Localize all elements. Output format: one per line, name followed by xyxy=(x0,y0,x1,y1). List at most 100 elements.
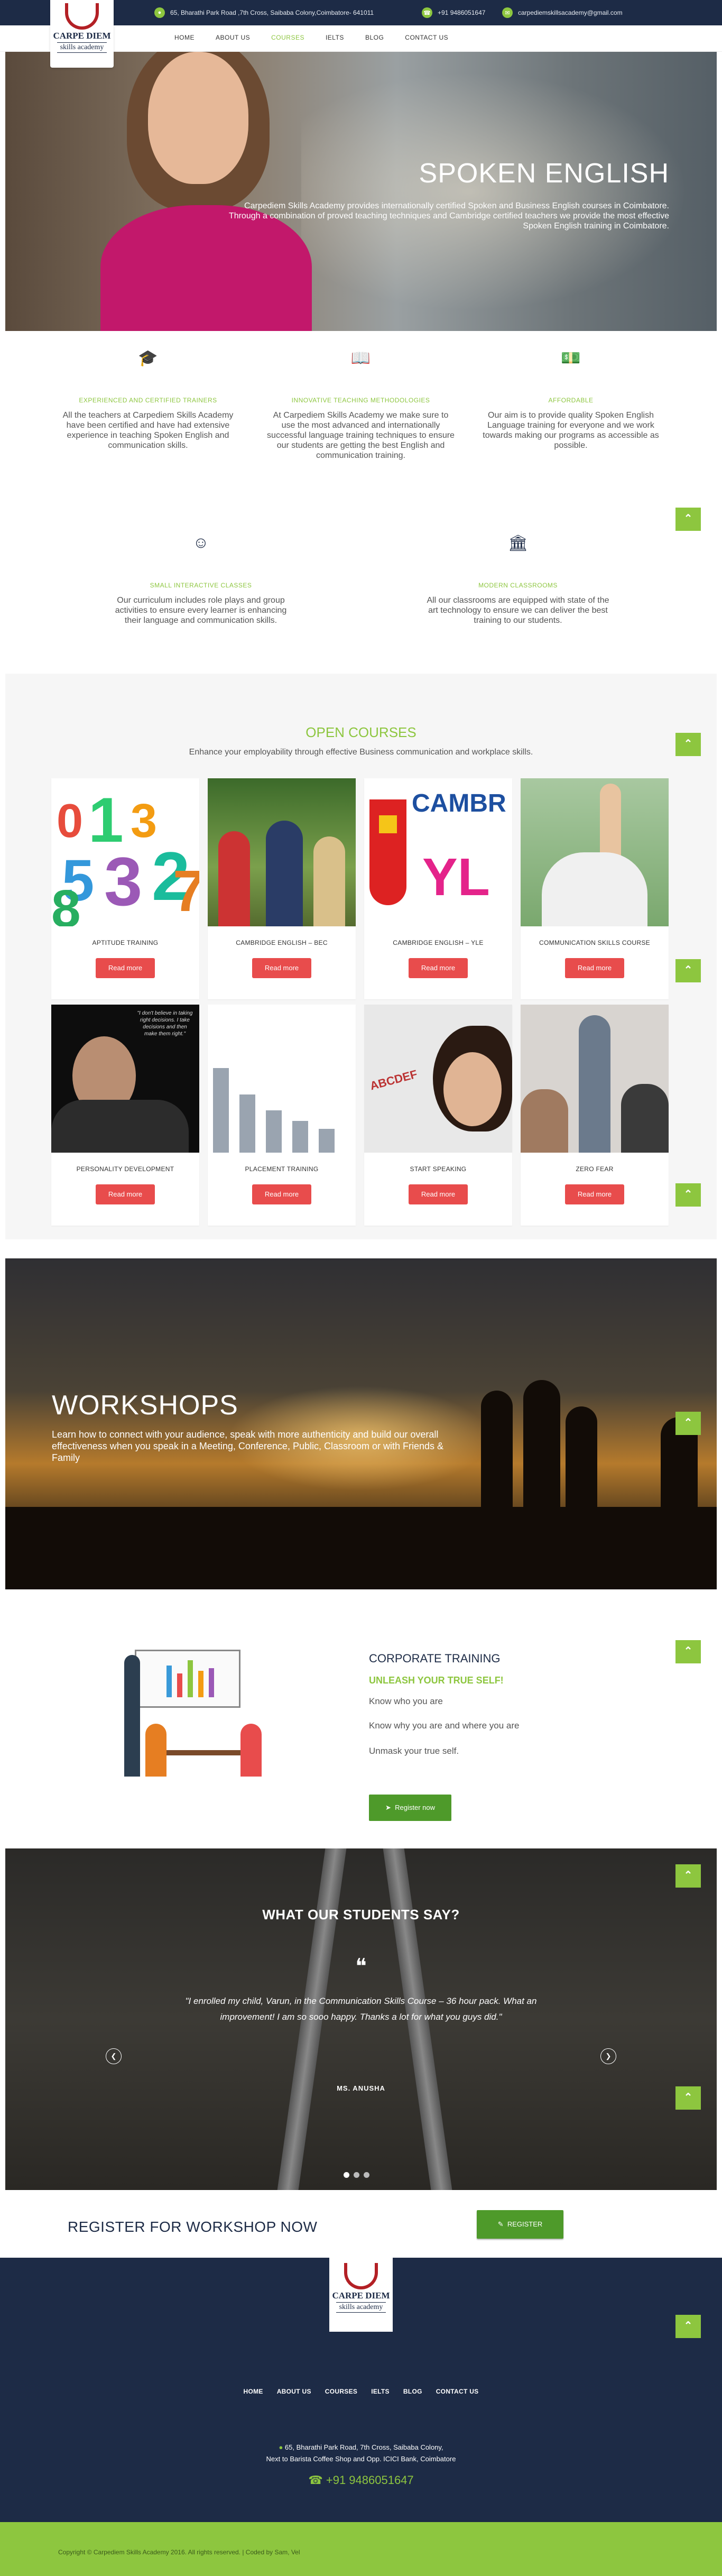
nav-contact[interactable]: CONTACT US xyxy=(405,34,448,41)
feature-trainers: 🎓 EXPERIENCED AND CERTIFIED TRAINERS All… xyxy=(53,349,243,450)
testimonial-text: "I enrolled my child, Varun, in the Comm… xyxy=(185,1996,537,2022)
pencil-icon: ✎ xyxy=(497,2220,507,2228)
institution-icon: 🏛 xyxy=(507,535,529,552)
chevron-right-icon[interactable]: ❯ xyxy=(600,2048,616,2064)
register-button[interactable]: ✎ REGISTER xyxy=(477,2210,563,2239)
feature-modern-classrooms: 🏛 MODERN CLASSROOMS All our classrooms a… xyxy=(370,534,666,625)
businessman-quote-image: "I don't believe in taking right decisio… xyxy=(51,1005,199,1153)
scroll-top-button[interactable]: ⌃ xyxy=(675,1640,701,1663)
workshops-banner: WORKSHOPS Learn how to connect with your… xyxy=(5,1258,717,1589)
hero-title: SPOKEN ENGLISH xyxy=(419,158,669,189)
workshops-title: WORKSHOPS xyxy=(52,1390,238,1421)
corporate-illustration xyxy=(114,1644,283,1787)
feature-affordable: 💵 AFFORDABLE Our aim is to provide quali… xyxy=(476,349,666,450)
corporate-line: Know who you are xyxy=(369,1696,443,1706)
nav-ielts[interactable]: IELTS xyxy=(326,34,344,41)
phone-icon: ☎ xyxy=(422,7,432,18)
scroll-top-button[interactable]: ⌃ xyxy=(675,959,701,982)
read-more-button[interactable]: Read more xyxy=(96,1184,155,1204)
quote-icon: ❝ xyxy=(355,1955,367,1978)
footer-nav-ielts[interactable]: IELTS xyxy=(371,2388,390,2395)
footer-address: ● 65, Bharathi Park Road, 7th Cross, Sai… xyxy=(266,2443,456,2463)
course-card: COMMUNICATION SKILLS COURSE Read more xyxy=(521,778,669,999)
footer-logo[interactable]: CARPE DIEM skills academy xyxy=(329,2258,393,2332)
group-presentation-image xyxy=(521,1005,669,1153)
woman-speaking-image: ABCDEF xyxy=(364,1005,512,1153)
scroll-top-button[interactable]: ⌃ xyxy=(675,1412,701,1435)
hero-background xyxy=(301,52,717,331)
register-now-button[interactable]: ➤ Register now xyxy=(369,1795,451,1821)
smile-icon: ☺ xyxy=(192,534,209,551)
scroll-top-button[interactable]: ⌃ xyxy=(675,508,701,531)
cambridge-yle-image: CAMBR YL xyxy=(364,778,512,926)
raised-hands-image xyxy=(521,778,669,926)
footer-nav-blog[interactable]: BLOG xyxy=(403,2388,422,2395)
feature-small-classes: ☺ SMALL INTERACTIVE CLASSES Our curricul… xyxy=(53,534,349,625)
feature-methodologies: 📖 INNOVATIVE TEACHING METHODOLOGIES At C… xyxy=(267,349,455,460)
nav-about[interactable]: ABOUT US xyxy=(216,34,250,41)
chevron-left-icon[interactable]: ❮ xyxy=(106,2048,122,2064)
mail-icon: ✉ xyxy=(502,7,513,18)
footer-nav: HOME ABOUT US COURSES IELTS BLOG CONTACT… xyxy=(0,2388,722,2395)
course-card: "I don't believe in taking right decisio… xyxy=(51,1005,199,1226)
course-card: PLACEMENT TRAINING Read more xyxy=(208,1005,356,1226)
read-more-button[interactable]: Read more xyxy=(409,958,468,978)
read-more-button[interactable]: Read more xyxy=(252,1184,311,1204)
students-outdoor-image xyxy=(208,778,356,926)
scroll-top-button[interactable]: ⌃ xyxy=(675,1864,701,1888)
scroll-top-button[interactable]: ⌃ xyxy=(675,1183,701,1207)
location-icon: ● xyxy=(154,7,165,18)
topbar-email[interactable]: ✉ carpediemskillsacademy@gmail.com xyxy=(502,7,623,18)
send-icon: ➤ xyxy=(385,1804,395,1811)
hero-text: Carpediem Skills Academy provides intern… xyxy=(228,201,669,231)
nav-home[interactable]: HOME xyxy=(174,34,195,41)
read-more-button[interactable]: Read more xyxy=(565,958,624,978)
laurel-wreath-icon xyxy=(344,2263,378,2289)
corporate-title: CORPORATE TRAINING xyxy=(369,1652,501,1665)
book-icon: 📖 xyxy=(350,349,371,367)
read-more-button[interactable]: Read more xyxy=(565,1184,624,1204)
hero-banner: SPOKEN ENGLISH Carpediem Skills Academy … xyxy=(5,52,717,331)
scroll-top-button[interactable]: ⌃ xyxy=(675,733,701,756)
read-more-button[interactable]: Read more xyxy=(96,958,155,978)
courses-subtitle: Enhance your employability through effec… xyxy=(189,748,533,757)
ground-silhouette xyxy=(5,1507,717,1589)
nav-courses[interactable]: COURSES xyxy=(271,34,304,41)
footer: CARPE DIEM skills academy ⌃ HOME ABOUT U… xyxy=(0,2258,722,2522)
aptitude-numbers-image: 0 1 3 5 3 2 8 7 xyxy=(51,778,199,926)
footer-nav-courses[interactable]: COURSES xyxy=(325,2388,357,2395)
copyright-text: Copyright © Carpediem Skills Academy 201… xyxy=(58,2549,300,2556)
course-card: CAMBR YL CAMBRIDGE ENGLISH – YLE Read mo… xyxy=(364,778,512,999)
read-more-button[interactable]: Read more xyxy=(252,958,311,978)
register-title: REGISTER FOR WORKSHOP NOW xyxy=(68,2219,318,2235)
slider-dot[interactable] xyxy=(344,2172,349,2178)
corporate-line: Know why you are and where you are xyxy=(369,1721,520,1731)
site-logo[interactable]: CARPE DIEM skills academy xyxy=(50,0,114,68)
topbar-phone[interactable]: ☎ +91 9486051647 xyxy=(422,7,485,18)
slider-dot[interactable] xyxy=(364,2172,369,2178)
graduation-cap-icon: 🎓 xyxy=(138,349,158,367)
footer-nav-contact[interactable]: CONTACT US xyxy=(436,2388,479,2395)
location-icon: ● xyxy=(279,2443,285,2451)
slider-dot[interactable] xyxy=(354,2172,359,2178)
scroll-top-button[interactable]: ⌃ xyxy=(675,2086,701,2110)
testimonial-section: WHAT OUR STUDENTS SAY? ❝ "I enrolled my … xyxy=(5,1848,717,2190)
scroll-top-button[interactable]: ⌃ xyxy=(675,2315,701,2338)
money-icon: 💵 xyxy=(561,349,581,367)
topbar-address: ● 65, Bharathi Park Road ,7th Cross, Saib… xyxy=(154,7,374,18)
course-card: CAMBRIDGE ENGLISH – BEC Read more xyxy=(208,778,356,999)
hero-student-photo xyxy=(69,52,312,331)
footer-nav-home[interactable]: HOME xyxy=(243,2388,263,2395)
read-more-button[interactable]: Read more xyxy=(409,1184,468,1204)
testimonial-title: WHAT OUR STUDENTS SAY? xyxy=(262,1907,460,1922)
nav-blog[interactable]: BLOG xyxy=(365,34,384,41)
copyright-bar: Copyright © Carpediem Skills Academy 201… xyxy=(0,2522,722,2576)
laurel-wreath-icon xyxy=(65,3,99,30)
corporate-line: Unmask your true self. xyxy=(369,1746,459,1756)
footer-nav-about[interactable]: ABOUT US xyxy=(277,2388,311,2395)
course-card: 0 1 3 5 3 2 8 7 APTITUDE TRAINING Read m… xyxy=(51,778,199,999)
workshops-text: Learn how to connect with your audience,… xyxy=(52,1429,444,1463)
footer-phone[interactable]: ☎ +91 9486051647 xyxy=(0,2473,722,2487)
slider-dots xyxy=(344,2172,369,2178)
courses-title: OPEN COURSES xyxy=(306,724,416,740)
